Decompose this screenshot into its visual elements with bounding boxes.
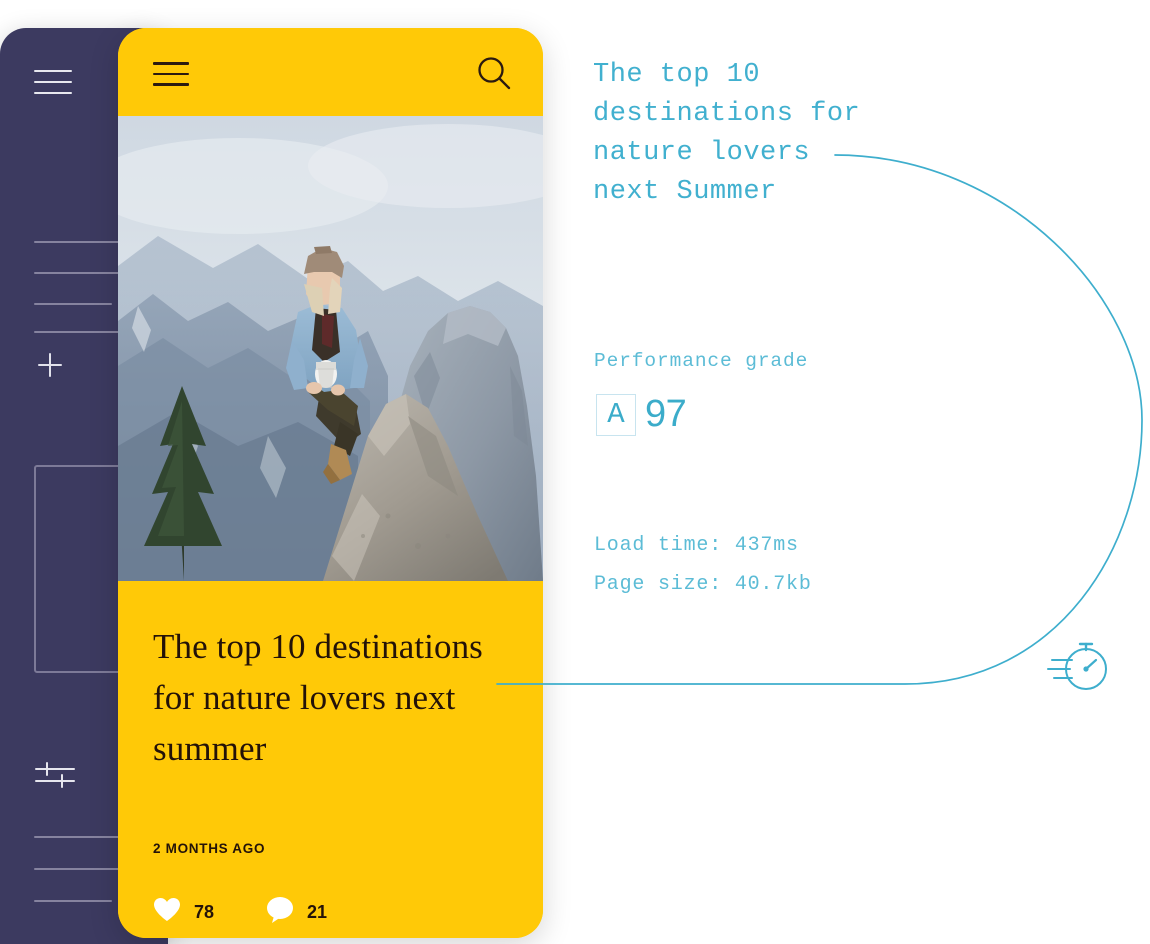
analytics-panel: The top 10 destinations for nature lover…: [0, 0, 1150, 944]
grade-letter-badge: A: [596, 393, 636, 436]
grade-score: 97: [645, 393, 687, 435]
page-size-metric: Page size: 40.7kb: [594, 573, 812, 596]
performance-grade-value: A 97: [596, 393, 687, 436]
screenshot-stage: The top 10 destinations for nature lover…: [0, 0, 1150, 944]
analytics-headline: The top 10 destinations for nature lover…: [593, 60, 861, 207]
connector-curve: [496, 154, 1143, 685]
stopwatch-icon: [1046, 638, 1110, 694]
load-time-metric: Load time: 437ms: [594, 534, 799, 557]
performance-grade-label: Performance grade: [594, 350, 809, 372]
